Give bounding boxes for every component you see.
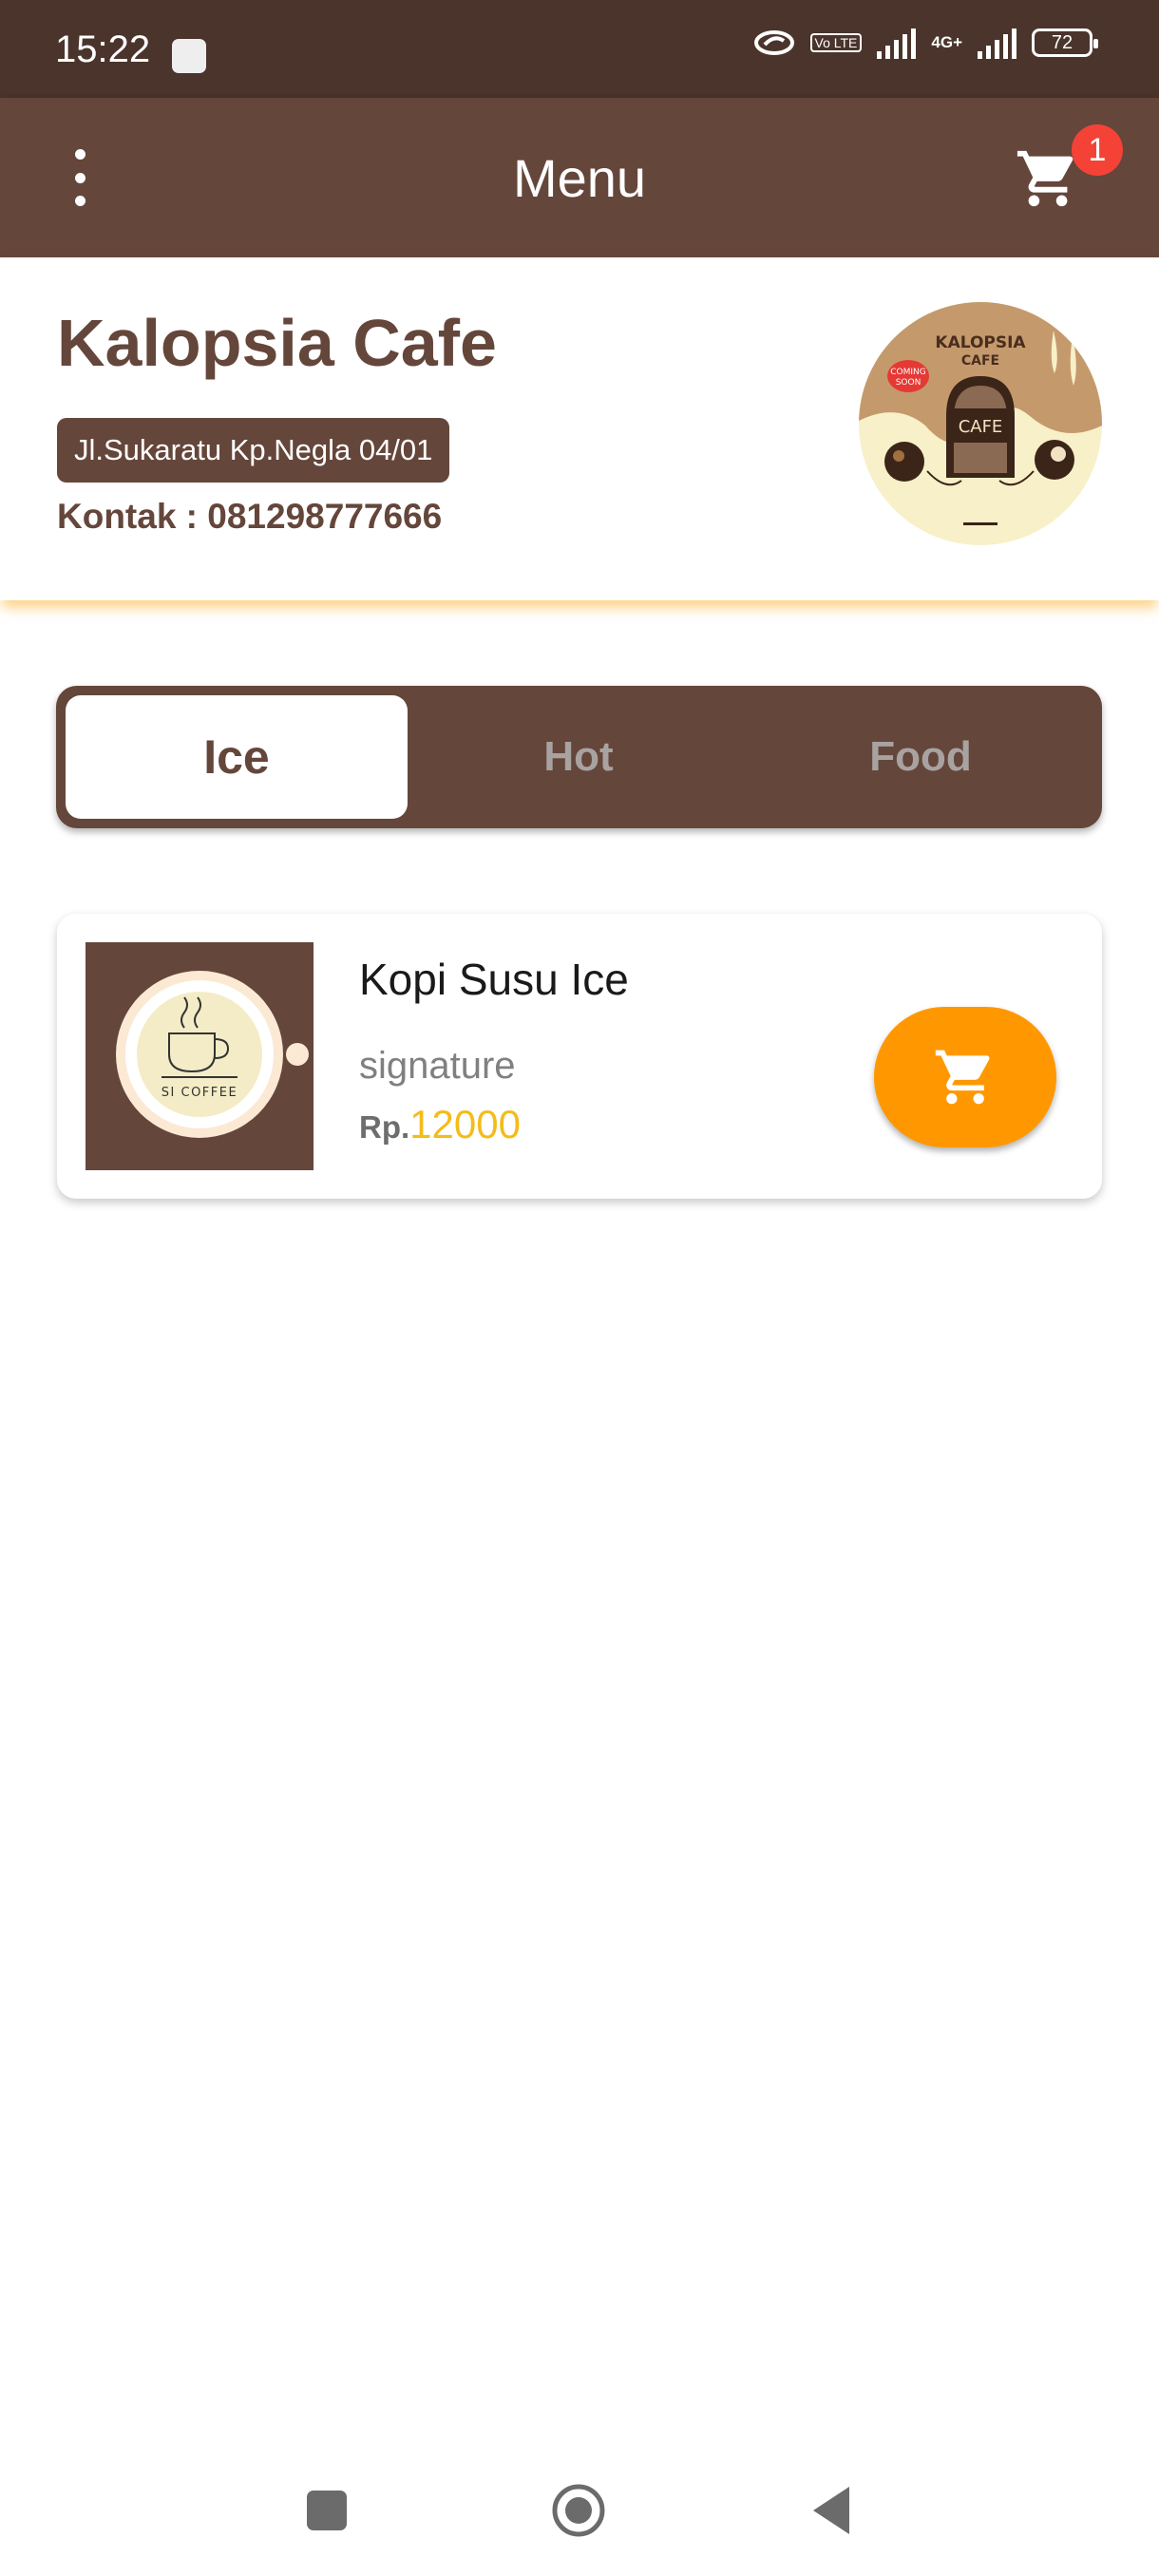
cart-count-badge: 1: [1072, 124, 1123, 176]
cafe-name: Kalopsia Cafe: [57, 306, 497, 380]
product-name: Kopi Susu Ice: [359, 955, 629, 1004]
logo-line2: CAFE: [961, 353, 999, 369]
back-button[interactable]: [808, 2483, 855, 2538]
signal-2-icon: [978, 27, 1016, 59]
product-image: SI COFFEE: [86, 942, 314, 1170]
network-type: 4G+: [931, 33, 962, 51]
battery-icon: 72: [1032, 28, 1098, 57]
price-value: 12000: [409, 1102, 521, 1146]
battery-level: 72: [1051, 31, 1074, 53]
logo-badge1: COMING: [890, 368, 926, 377]
status-bar: 15:22 Vo LTE 4G+ 72: [0, 0, 1159, 98]
status-time: 15:22: [55, 28, 151, 70]
cart-icon[interactable]: [1015, 145, 1081, 212]
tab-ice[interactable]: Ice: [66, 695, 408, 819]
notification-icon: [172, 39, 206, 73]
tab-hot[interactable]: Hot: [408, 695, 750, 819]
product-thumb-text: SI COFFEE: [162, 1086, 238, 1100]
system-nav-bar: [0, 2451, 1159, 2576]
hotspot-link-icon: [753, 30, 794, 55]
cafe-header: Kalopsia Cafe Jl.Sukaratu Kp.Negla 04/01…: [0, 257, 1159, 600]
app-bar: Menu: [0, 98, 1159, 257]
product-card[interactable]: SI COFFEE Kopi Susu Ice signature Rp.120…: [57, 914, 1102, 1199]
logo-line1: KALOPSIA: [935, 333, 1026, 352]
product-price: Rp.12000: [359, 1102, 521, 1147]
recents-button[interactable]: [307, 2491, 347, 2530]
logo-door-text: CAFE: [959, 417, 1003, 437]
page-title: Menu: [512, 148, 647, 208]
volte-icon: Vo LTE: [809, 33, 863, 52]
add-to-cart-button[interactable]: [874, 1007, 1056, 1147]
status-icons: Vo LTE 4G+ 72: [753, 27, 1098, 59]
cafe-logo: KALOPSIA CAFE COMING SOON CAFE: [859, 302, 1102, 545]
logo-badge2: SOON: [896, 378, 922, 388]
home-button[interactable]: [551, 2483, 606, 2538]
contact-text: Kontak : 081298777666: [57, 497, 443, 536]
product-description: signature: [359, 1045, 516, 1087]
signal-1-icon: [877, 27, 917, 59]
category-tabs: Ice Hot Food: [56, 686, 1102, 828]
address-chip: Jl.Sukaratu Kp.Negla 04/01: [57, 418, 450, 483]
price-prefix: Rp.: [359, 1109, 410, 1145]
cart-icon: [935, 1050, 990, 1105]
tab-food[interactable]: Food: [750, 695, 1092, 819]
